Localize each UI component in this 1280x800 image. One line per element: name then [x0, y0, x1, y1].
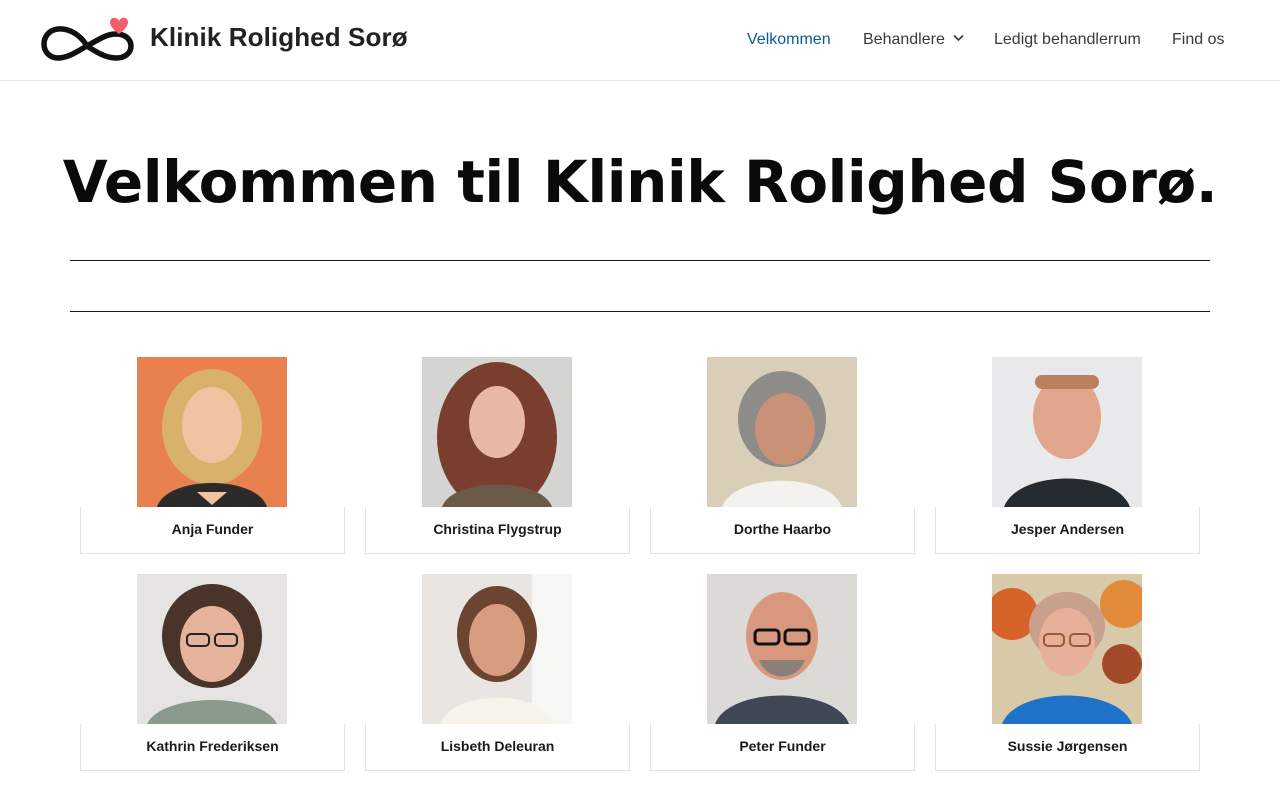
nav-item-ledigt-behandlerrum[interactable]: Ledigt behandlerrum [994, 29, 1141, 51]
therapist-name[interactable]: Sussie Jørgensen [935, 724, 1200, 771]
therapist-photo[interactable] [992, 574, 1142, 724]
therapist-card[interactable]: Sussie Jørgensen [935, 574, 1200, 771]
therapist-name[interactable]: Anja Funder [80, 507, 345, 554]
divider-top [70, 260, 1210, 261]
therapist-photo[interactable] [137, 574, 287, 724]
therapist-card[interactable]: Lisbeth Deleuran [365, 574, 630, 771]
therapist-name[interactable]: Christina Flygstrup [365, 507, 630, 554]
therapist-card[interactable]: Kathrin Frederiksen [80, 574, 345, 771]
therapist-card[interactable]: Christina Flygstrup [365, 357, 630, 554]
therapist-photo[interactable] [707, 574, 857, 724]
therapist-name[interactable]: Peter Funder [650, 724, 915, 771]
nav-item-find-os[interactable]: Find os [1172, 29, 1224, 51]
therapist-photo[interactable] [422, 357, 572, 507]
therapist-card[interactable]: Peter Funder [650, 574, 915, 771]
nav-item-velkommen[interactable]: Velkommen [747, 29, 831, 51]
page-title: Velkommen til Klinik Rolighed Sorø. [62, 148, 1218, 216]
main-nav: Velkommen Behandlere Ledigt behandlerrum… [0, 29, 1280, 51]
therapist-photo[interactable] [992, 357, 1142, 507]
therapist-photo[interactable] [137, 357, 287, 507]
therapist-name[interactable]: Kathrin Frederiksen [80, 724, 345, 771]
site-header: Klinik Rolighed Sorø Velkommen Behandler… [0, 0, 1280, 81]
therapist-card[interactable]: Jesper Andersen [935, 357, 1200, 554]
chevron-down-icon[interactable] [953, 34, 964, 42]
therapist-photo[interactable] [707, 357, 857, 507]
therapist-name[interactable]: Dorthe Haarbo [650, 507, 915, 554]
nav-item-behandlere[interactable]: Behandlere [863, 29, 964, 51]
therapist-card[interactable]: Anja Funder [80, 357, 345, 554]
therapist-card[interactable]: Dorthe Haarbo [650, 357, 915, 554]
therapist-name[interactable]: Lisbeth Deleuran [365, 724, 630, 771]
divider-bottom [70, 311, 1210, 312]
therapist-name[interactable]: Jesper Andersen [935, 507, 1200, 554]
therapist-photo[interactable] [422, 574, 572, 724]
nav-item-behandlere-label: Behandlere [863, 31, 945, 48]
